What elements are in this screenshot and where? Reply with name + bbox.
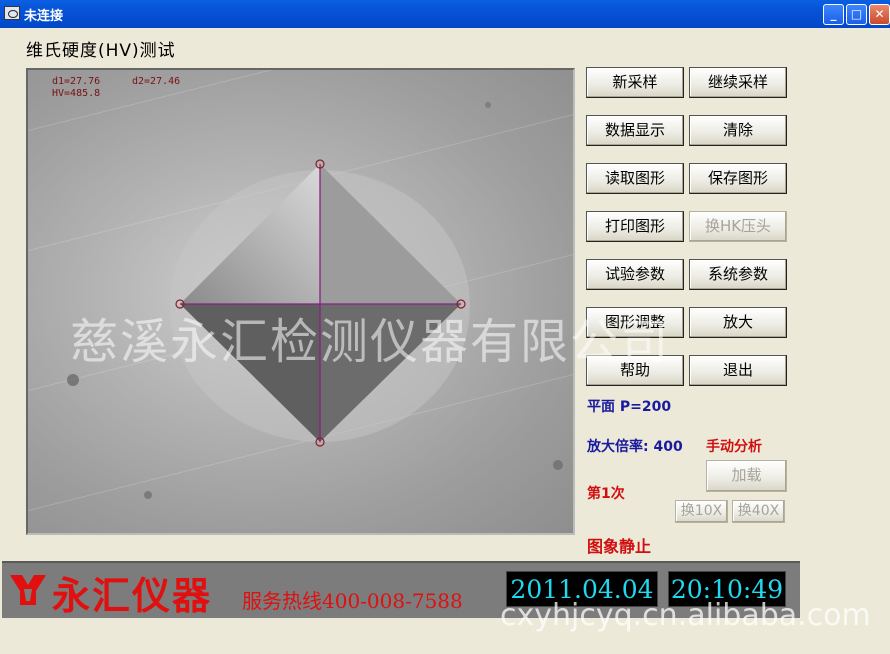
load-button[interactable]: 加载 [706, 460, 787, 492]
exit-button[interactable]: 退出 [689, 355, 787, 386]
maximize-button[interactable]: □ [846, 4, 867, 25]
save-image-button[interactable]: 保存图形 [689, 163, 787, 194]
zoom-button[interactable]: 放大 [689, 307, 787, 338]
brand-logo-icon [10, 575, 46, 605]
switch-hk-indenter-button[interactable]: 换HK压头 [689, 211, 787, 242]
magnification-label: 放大倍率: 400 [587, 439, 683, 455]
title-bar[interactable]: 未连接 _ □ ✕ [0, 0, 890, 28]
close-button[interactable]: ✕ [869, 4, 890, 25]
clear-button[interactable]: 清除 [689, 115, 787, 146]
switch-10x-button[interactable]: 换10X [675, 500, 728, 523]
test-params-button[interactable]: 试验参数 [586, 259, 684, 290]
image-state-label: 图象静止 [587, 537, 652, 556]
d1-readout: d1=27.76 [52, 76, 101, 87]
hv-readout: HV=485.8 [52, 88, 101, 99]
switch-40x-button[interactable]: 换40X [732, 500, 785, 523]
continue-sample-button[interactable]: 继续采样 [689, 67, 787, 98]
image-viewer[interactable]: d1=27.76 d2=27.46 HV=485.8 [26, 68, 575, 535]
window-title: 未连接 [24, 9, 64, 24]
print-image-button[interactable]: 打印图形 [586, 211, 684, 242]
system-params-button[interactable]: 系统参数 [689, 259, 787, 290]
minimize-button[interactable]: _ [823, 4, 844, 25]
brand-name: 永汇仪器 [52, 573, 213, 618]
data-display-button[interactable]: 数据显示 [586, 115, 684, 146]
page-title: 维氏硬度(HV)测试 [26, 41, 176, 61]
help-button[interactable]: 帮助 [586, 355, 684, 386]
plane-load-label: 平面 P=200 [587, 399, 672, 415]
app-icon[interactable] [4, 6, 20, 20]
image-adjust-button[interactable]: 图形调整 [586, 307, 684, 338]
indentation-image [67, 102, 563, 499]
new-sample-button[interactable]: 新采样 [586, 67, 684, 98]
test-count-label: 第1次 [587, 486, 625, 502]
analysis-mode-label: 手动分析 [706, 439, 762, 455]
d2-readout: d2=27.46 [132, 76, 181, 87]
url-watermark: cxyhjcyq.cn.alibaba.com [500, 598, 871, 633]
read-image-button[interactable]: 读取图形 [586, 163, 684, 194]
service-hotline: 服务热线400-008-7588 [242, 589, 463, 613]
